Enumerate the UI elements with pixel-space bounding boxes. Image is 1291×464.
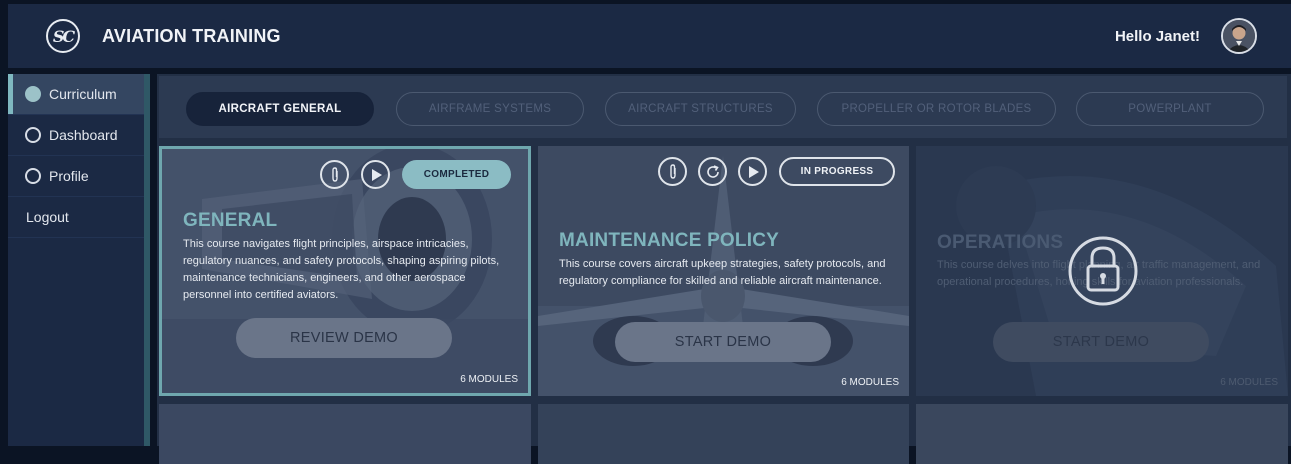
course-card-next-row[interactable] <box>159 404 531 464</box>
card-title: OPERATIONS <box>937 232 1064 253</box>
status-badge: IN PROGRESS <box>779 157 895 186</box>
sidebar-item-profile[interactable]: Profile <box>8 156 150 197</box>
course-card-next-row[interactable] <box>916 404 1288 464</box>
status-badge: COMPLETED <box>402 160 511 189</box>
circle-icon <box>25 86 41 102</box>
sidebar-item-label: Logout <box>26 209 69 225</box>
card-description: This course navigates flight principles,… <box>183 238 500 301</box>
paperclip-icon[interactable] <box>658 157 687 186</box>
circle-icon <box>25 168 41 184</box>
app-frame: SC AVIATION TRAINING Hello Janet! Curric… <box>0 0 1291 464</box>
tab-airframe-systems[interactable]: AIRFRAME SYSTEMS <box>396 92 584 126</box>
refresh-icon[interactable] <box>698 157 727 186</box>
logo-text: SC <box>52 26 75 46</box>
sidebar-item-label: Profile <box>49 168 89 184</box>
card-title: GENERAL <box>183 210 278 231</box>
circle-icon <box>25 127 41 143</box>
sidebar-item-label: Curriculum <box>49 86 117 102</box>
tab-aircraft-general[interactable]: AIRCRAFT GENERAL <box>186 92 374 126</box>
sidebar: Curriculum Dashboard Profile Logout <box>8 74 150 446</box>
tab-aircraft-structures[interactable]: AIRCRAFT STRUCTURES <box>605 92 796 126</box>
course-card-operations[interactable]: OPERATIONS This course delves into fligh… <box>916 146 1288 396</box>
lock-icon <box>1068 236 1138 306</box>
start-demo-button: START DEMO <box>993 322 1209 362</box>
main-content: AIRCRAFT GENERAL AIRFRAME SYSTEMS AIRCRA… <box>157 74 1291 464</box>
avatar-icon <box>1223 20 1255 52</box>
module-count: 6 MODULES <box>460 374 518 385</box>
course-card-next-row[interactable] <box>538 404 909 464</box>
tab-propeller-or-rotor-blades[interactable]: PROPELLER OR ROTOR BLADES <box>817 92 1056 126</box>
card-description: This course covers aircraft upkeep strat… <box>559 258 886 287</box>
course-card-general[interactable]: COMPLETED GENERAL This course navigates … <box>159 146 531 396</box>
logo-icon[interactable]: SC <box>46 19 80 53</box>
module-count: 6 MODULES <box>1220 377 1278 388</box>
paperclip-icon[interactable] <box>320 160 349 189</box>
play-icon[interactable] <box>361 160 390 189</box>
course-card-maintenance-policy[interactable]: IN PROGRESS MAINTENANCE POLICY This cour… <box>538 146 909 396</box>
sidebar-item-label: Dashboard <box>49 127 118 143</box>
tab-powerplant[interactable]: POWERPLANT <box>1076 92 1264 126</box>
top-header: SC AVIATION TRAINING Hello Janet! <box>8 4 1291 68</box>
review-demo-button[interactable]: REVIEW DEMO <box>236 318 452 358</box>
greeting-text: Hello Janet! <box>1114 27 1200 45</box>
user-avatar[interactable] <box>1221 18 1257 54</box>
sidebar-item-curriculum[interactable]: Curriculum <box>8 74 150 115</box>
sidebar-item-logout[interactable]: Logout <box>8 197 150 238</box>
app-title: AVIATION TRAINING <box>102 25 281 46</box>
sidebar-item-dashboard[interactable]: Dashboard <box>8 115 150 156</box>
category-tabs: AIRCRAFT GENERAL AIRFRAME SYSTEMS AIRCRA… <box>159 76 1287 138</box>
play-icon[interactable] <box>738 157 767 186</box>
module-count: 6 MODULES <box>841 377 899 388</box>
start-demo-button[interactable]: START DEMO <box>615 322 831 362</box>
card-title: MAINTENANCE POLICY <box>559 230 779 251</box>
